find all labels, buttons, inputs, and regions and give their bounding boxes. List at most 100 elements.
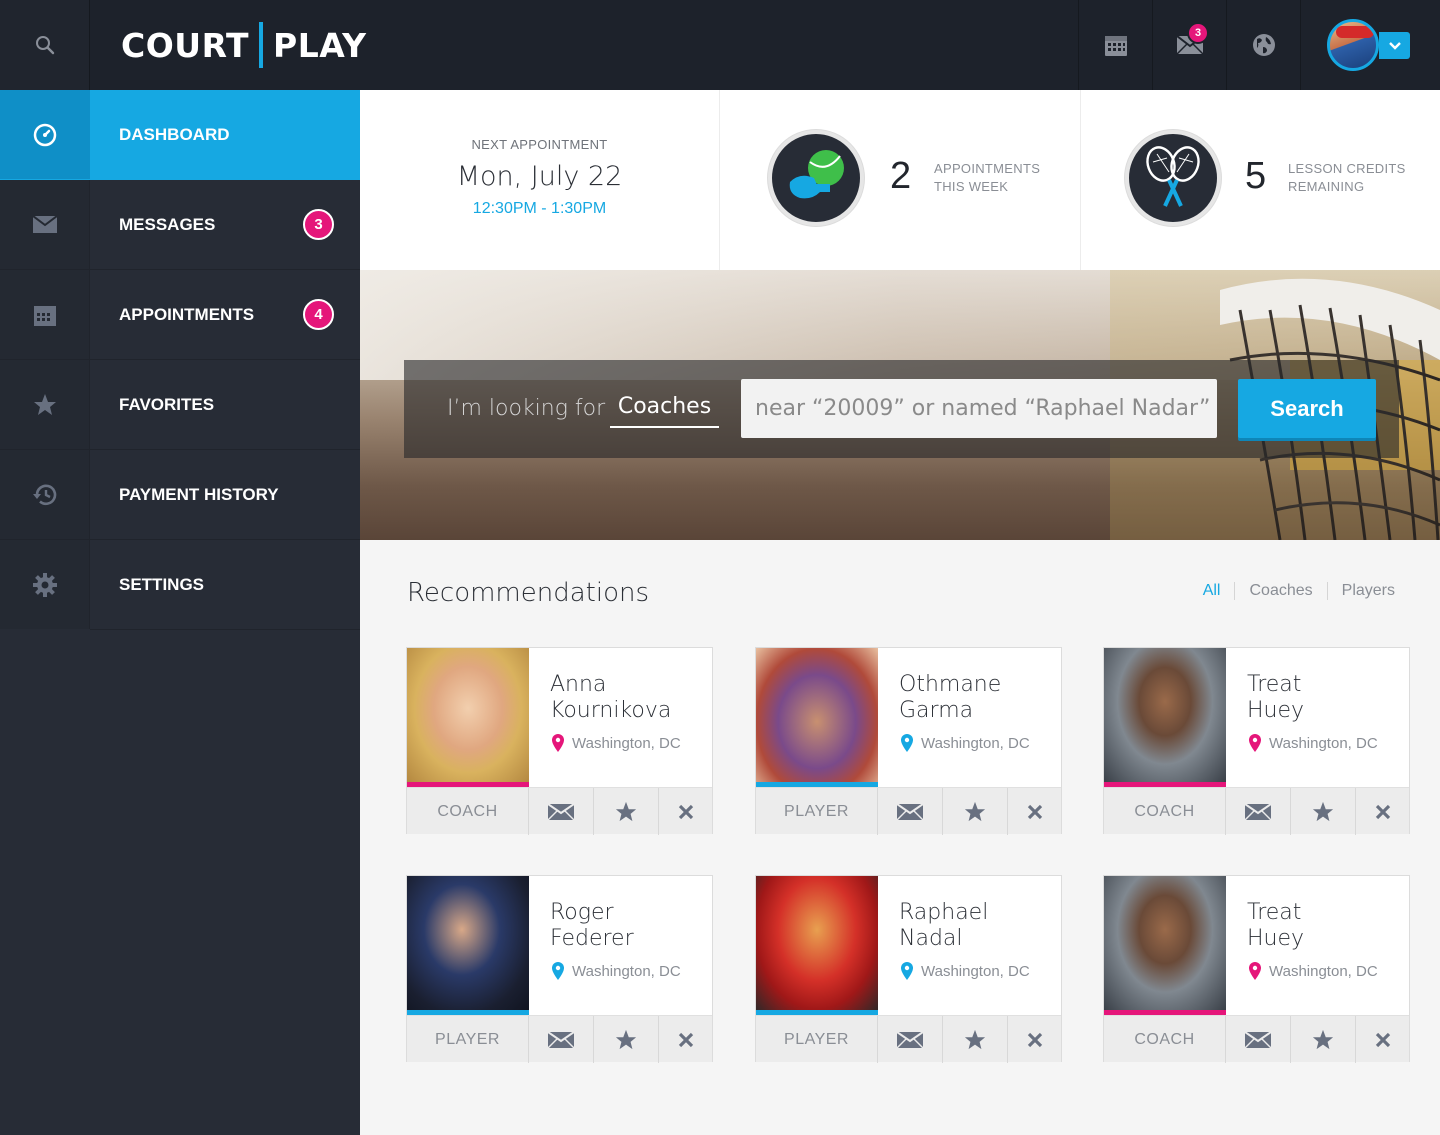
search-type-select[interactable]: Coaches xyxy=(610,394,719,428)
rackets-icon xyxy=(1146,146,1200,207)
dismiss-button[interactable] xyxy=(1356,1016,1409,1063)
avatar[interactable] xyxy=(1327,19,1379,71)
user-menu[interactable] xyxy=(1300,0,1440,90)
dismiss-button[interactable] xyxy=(659,1016,712,1063)
recommendation-card[interactable]: Treat Huey Washington, DC COACH xyxy=(1103,647,1410,835)
profile-photo[interactable] xyxy=(407,648,529,782)
star-icon xyxy=(615,801,637,821)
card-first-name: Treat xyxy=(1247,900,1302,925)
message-button[interactable] xyxy=(529,788,594,835)
favorite-button[interactable] xyxy=(594,1016,659,1063)
calendar-icon xyxy=(1104,36,1127,56)
card-last-name: Huey xyxy=(1247,698,1305,723)
nav-icon-cell xyxy=(0,360,90,449)
favorite-button[interactable] xyxy=(943,1016,1008,1063)
recommendation-card[interactable]: Othmane Garma Washington, DC PLAYER xyxy=(755,647,1062,835)
dismiss-button[interactable] xyxy=(1356,788,1409,835)
message-button[interactable] xyxy=(878,1016,943,1063)
mail-icon xyxy=(32,216,57,233)
sidebar-item-payment-history[interactable]: PAYMENT HISTORY xyxy=(0,450,360,540)
filter-all[interactable]: All xyxy=(1189,582,1236,600)
dismiss-button[interactable] xyxy=(1008,1016,1061,1063)
card-first-name: Treat xyxy=(1247,672,1302,697)
language-button[interactable] xyxy=(1226,0,1300,90)
message-button[interactable] xyxy=(878,788,943,835)
card-last-name: Kournikova xyxy=(550,698,672,723)
sidebar-item-settings[interactable]: SETTINGS xyxy=(0,540,360,630)
recommendation-card[interactable]: Raphael Nadal Washington, DC PLAYER xyxy=(755,875,1062,1063)
lesson-credits[interactable]: 5 LESSON CREDITS REMAINING xyxy=(1081,90,1440,270)
card-location-text: Washington, DC xyxy=(921,962,1030,980)
favorite-button[interactable] xyxy=(1291,788,1356,835)
dismiss-button[interactable] xyxy=(1008,788,1061,835)
recommendation-card[interactable]: Roger Federer Washington, DC PLAYER xyxy=(406,875,713,1063)
dismiss-button[interactable] xyxy=(659,788,712,835)
appointments-this-week[interactable]: 2 APPOINTMENTS THIS WEEK xyxy=(720,90,1081,270)
appointments-caption-line2: THIS WEEK xyxy=(934,179,1009,194)
logo-divider xyxy=(259,22,264,68)
card-actions: PLAYER xyxy=(756,1015,1061,1063)
profile-photo[interactable] xyxy=(407,876,529,1010)
profile-photo[interactable] xyxy=(1104,876,1226,1010)
next-appointment[interactable]: NEXT APPOINTMENT Mon, July 22 12:30PM - … xyxy=(360,90,720,270)
search-button[interactable]: Search xyxy=(1238,379,1376,438)
profile-photo[interactable] xyxy=(756,648,878,782)
star-icon xyxy=(615,1029,637,1049)
location-pin-icon xyxy=(552,962,564,980)
star-icon xyxy=(964,1029,986,1049)
card-name[interactable]: Anna Kournikova xyxy=(550,672,710,724)
appointments-caption-line1: APPOINTMENTS xyxy=(934,161,1041,176)
sidebar-item-label: APPOINTMENTS xyxy=(119,304,255,324)
recommendation-card[interactable]: Anna Kournikova Washington, DC COACH xyxy=(406,647,713,835)
recommendations-filters: All Coaches Players xyxy=(1189,582,1395,600)
top-icon-group: 3 xyxy=(1078,0,1440,90)
favorite-button[interactable] xyxy=(1291,1016,1356,1063)
card-first-name: Roger xyxy=(550,900,614,925)
logo-court: COURT xyxy=(121,25,250,65)
card-last-name: Nadal xyxy=(899,926,963,951)
message-button[interactable] xyxy=(529,1016,594,1063)
message-button[interactable] xyxy=(1226,788,1291,835)
mail-icon xyxy=(897,1031,923,1048)
sidebar-item-dashboard[interactable]: DASHBOARD xyxy=(0,90,360,180)
card-role: PLAYER xyxy=(756,1016,878,1063)
filter-players[interactable]: Players xyxy=(1328,582,1395,600)
calendar-button[interactable] xyxy=(1078,0,1152,90)
card-name[interactable]: Treat Huey xyxy=(1247,672,1407,724)
search-button[interactable] xyxy=(0,0,90,90)
sidebar-item-favorites[interactable]: FAVORITES xyxy=(0,360,360,450)
card-name[interactable]: Othmane Garma xyxy=(899,672,1059,724)
profile-photo[interactable] xyxy=(756,876,878,1010)
profile-photo[interactable] xyxy=(1104,648,1226,782)
card-name[interactable]: Raphael Nadal xyxy=(899,900,1059,952)
close-icon xyxy=(678,1032,693,1047)
whistle-ball-icon xyxy=(789,150,844,199)
whistle-badge xyxy=(768,130,864,226)
card-role: COACH xyxy=(1104,1016,1226,1063)
card-role: PLAYER xyxy=(756,788,878,835)
sidebar-item-label: MESSAGES xyxy=(119,214,216,234)
message-button[interactable] xyxy=(1226,1016,1291,1063)
card-actions: PLAYER xyxy=(756,787,1061,835)
recommendation-card[interactable]: Treat Huey Washington, DC COACH xyxy=(1103,875,1410,1063)
nav-icon-cell xyxy=(0,450,90,539)
star-icon xyxy=(1312,801,1334,821)
credits-caption: LESSON CREDITS REMAINING xyxy=(1288,160,1406,196)
credits-count: 5 xyxy=(1245,155,1267,197)
sidebar-item-appointments[interactable]: APPOINTMENTS 4 xyxy=(0,270,360,360)
location-pin-icon xyxy=(552,734,564,752)
filter-coaches[interactable]: Coaches xyxy=(1235,582,1328,600)
favorite-button[interactable] xyxy=(943,788,1008,835)
user-dropdown-button[interactable] xyxy=(1379,32,1410,59)
logo[interactable]: COURT PLAY xyxy=(121,22,367,68)
search-input[interactable] xyxy=(741,379,1217,438)
sidebar-item-label: FAVORITES xyxy=(119,394,215,414)
card-name[interactable]: Roger Federer xyxy=(550,900,710,952)
card-name[interactable]: Treat Huey xyxy=(1247,900,1407,952)
card-first-name: Anna xyxy=(550,672,607,697)
mail-icon xyxy=(1245,1031,1271,1048)
favorite-button[interactable] xyxy=(594,788,659,835)
sidebar-item-messages[interactable]: MESSAGES 3 xyxy=(0,180,360,270)
star-icon xyxy=(964,801,986,821)
messages-button[interactable]: 3 xyxy=(1152,0,1226,90)
